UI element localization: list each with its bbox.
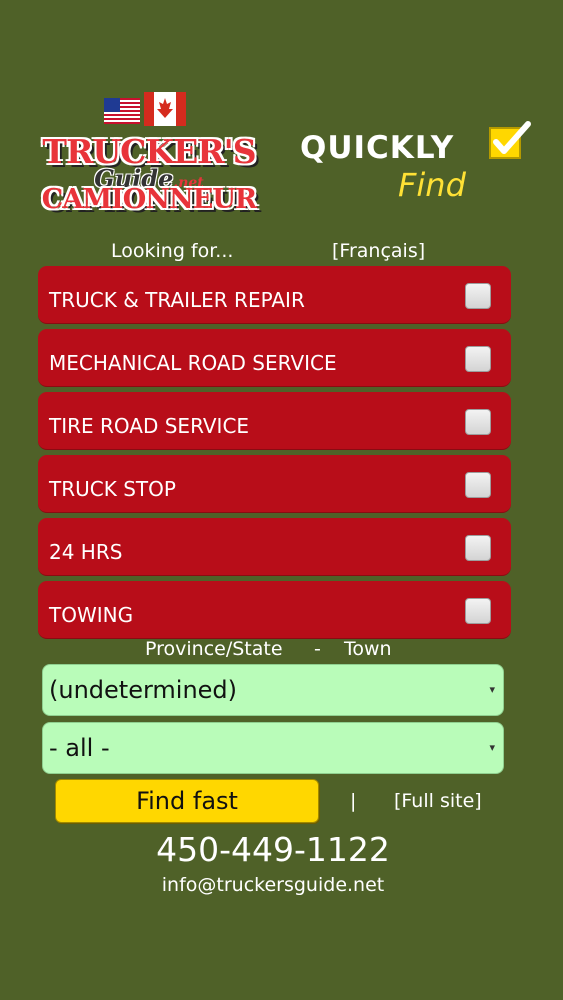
service-list: TRUCK & TRAILER REPAIR MECHANICAL ROAD S… xyxy=(38,266,511,644)
town-select-value: - all - xyxy=(49,734,110,762)
quickly-heading: QUICKLY xyxy=(300,130,455,166)
service-tire-road-service[interactable]: TIRE ROAD SERVICE xyxy=(38,392,511,450)
francais-link[interactable]: [Français] xyxy=(332,240,425,262)
service-checkbox[interactable] xyxy=(465,535,491,561)
email-link[interactable]: info@truckersguide.net xyxy=(0,874,546,896)
service-truck-trailer-repair[interactable]: TRUCK & TRAILER REPAIR xyxy=(38,266,511,324)
service-label: TRUCK STOP xyxy=(49,477,176,501)
province-select-value: (undetermined) xyxy=(49,676,238,704)
service-checkbox[interactable] xyxy=(465,283,491,309)
logo-camionneur-text: CAMIONNEUR xyxy=(41,184,257,215)
service-towing[interactable]: TOWING xyxy=(38,581,511,639)
town-label: Town xyxy=(344,638,392,660)
checkmark-icon xyxy=(489,121,531,159)
looking-for-label: Looking for... xyxy=(111,240,234,262)
dropdown-caret-icon: ▾ xyxy=(489,741,495,754)
find-heading: Find xyxy=(398,166,466,204)
service-checkbox[interactable] xyxy=(465,598,491,624)
service-label: TOWING xyxy=(49,603,134,627)
dropdown-caret-icon: ▾ xyxy=(489,683,495,696)
us-flag-icon xyxy=(104,98,140,124)
phone-number[interactable]: 450-449-1122 xyxy=(0,830,546,869)
service-mechanical-road-service[interactable]: MECHANICAL ROAD SERVICE xyxy=(38,329,511,387)
town-select[interactable]: - all - ▾ xyxy=(42,722,504,774)
find-fast-button[interactable]: Find fast xyxy=(55,779,319,823)
truckers-guide-logo[interactable]: TRUCKER'S Guide.net CAMIONNEUR xyxy=(34,92,264,222)
full-site-link[interactable]: [Full site] xyxy=(394,790,482,812)
service-checkbox[interactable] xyxy=(465,346,491,372)
looking-for-row: Looking for... [Français] xyxy=(0,240,563,266)
service-24-hrs[interactable]: 24 HRS xyxy=(38,518,511,576)
service-label: TIRE ROAD SERVICE xyxy=(49,414,250,438)
service-label: TRUCK & TRAILER REPAIR xyxy=(49,288,305,312)
location-dash: - xyxy=(314,638,321,660)
service-truck-stop[interactable]: TRUCK STOP xyxy=(38,455,511,513)
header: TRUCKER'S Guide.net CAMIONNEUR QUICKLY F… xyxy=(0,92,563,227)
province-state-label: Province/State xyxy=(145,638,283,660)
service-checkbox[interactable] xyxy=(465,409,491,435)
service-checkbox[interactable] xyxy=(465,472,491,498)
canada-flag-icon xyxy=(144,92,186,126)
service-label: MECHANICAL ROAD SERVICE xyxy=(49,351,337,375)
link-separator: | xyxy=(350,790,357,812)
province-select[interactable]: (undetermined) ▾ xyxy=(42,664,504,716)
service-label: 24 HRS xyxy=(49,540,123,564)
